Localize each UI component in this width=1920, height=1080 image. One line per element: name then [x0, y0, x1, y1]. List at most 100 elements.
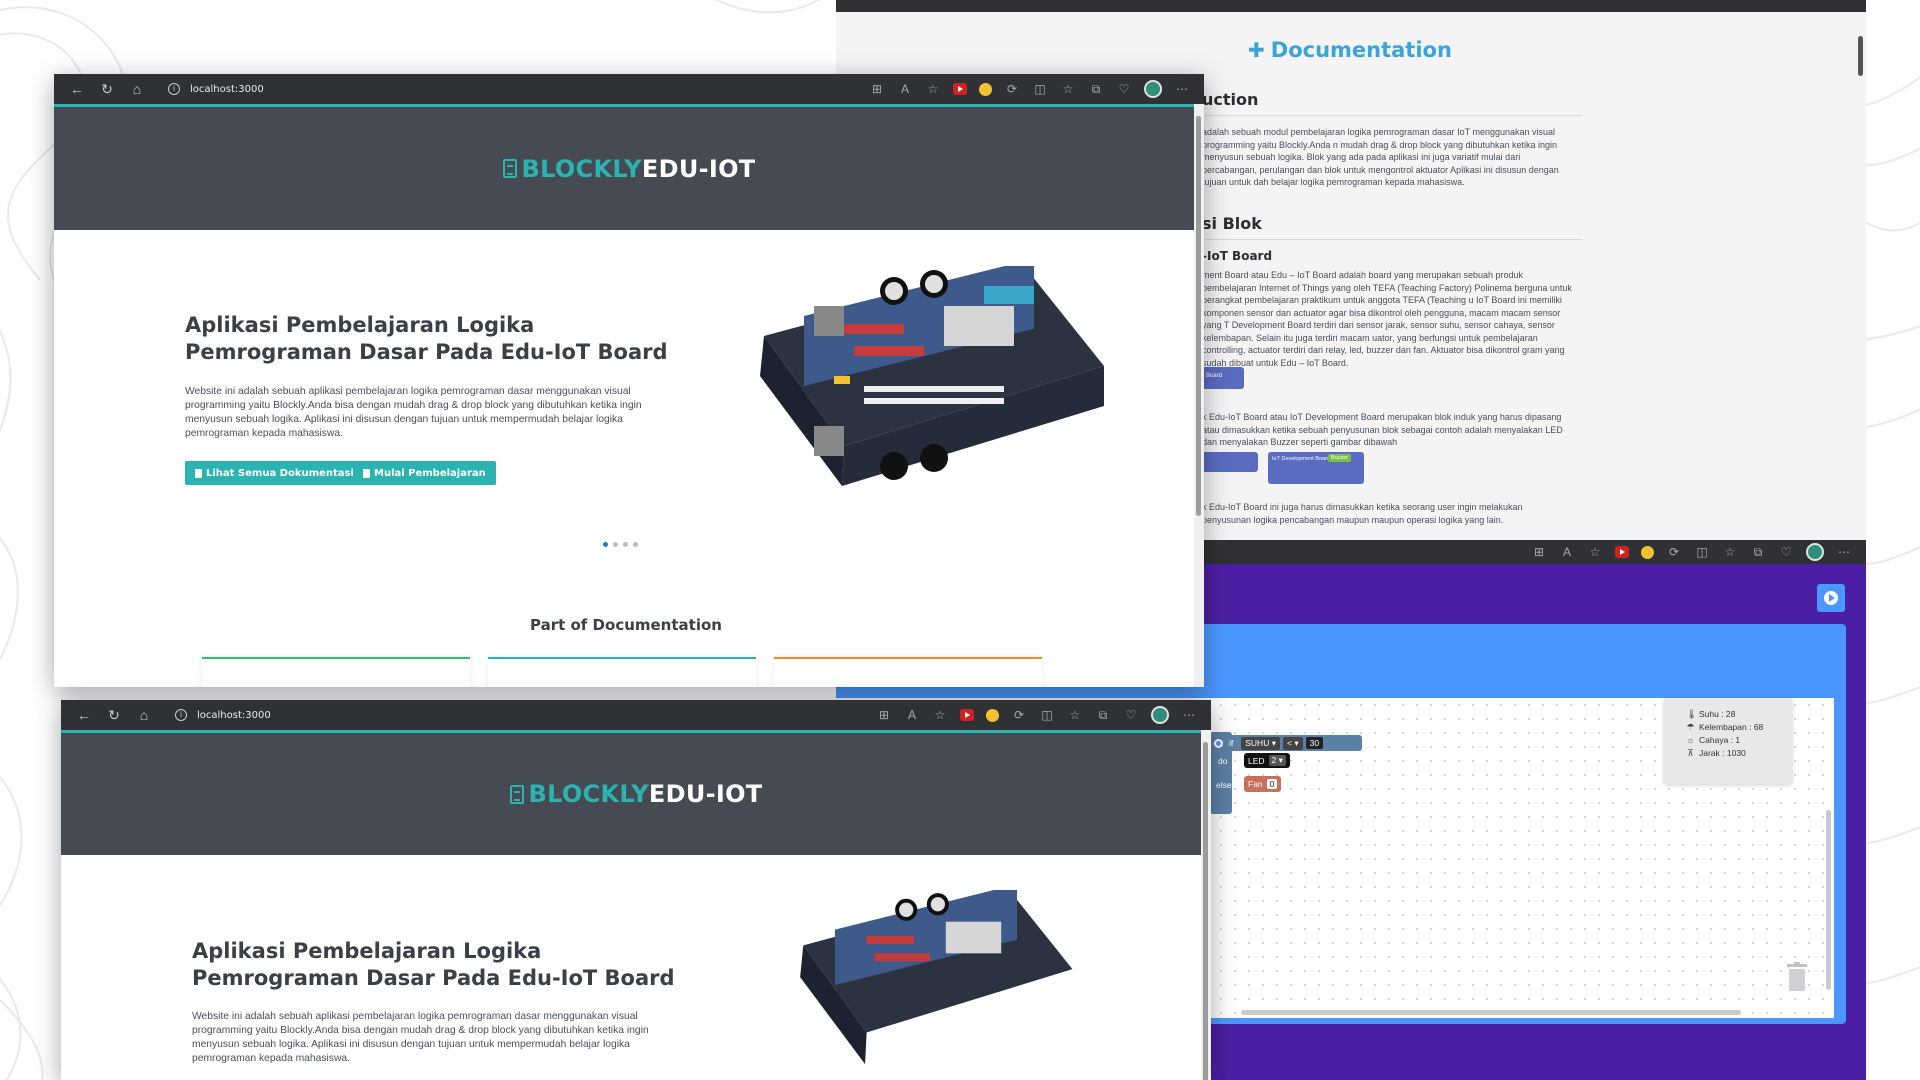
- brand-part1: BLOCKLY: [528, 780, 649, 808]
- collections-icon[interactable]: ⧉: [1088, 81, 1104, 97]
- second-browser-window: ← ↻ ⌂ i localhost:3000 ⊞ A ☆ ⟳ ◫ ☆ ⧉ ♡ ⋯…: [61, 700, 1211, 1080]
- hero-title: Aplikasi Pembelajaran Logika Pemrograman…: [192, 939, 675, 990]
- block-text: k Edu-IoT Board atau IoT Development Boa…: [1202, 412, 1563, 447]
- favorites-icon[interactable]: ☆: [1067, 707, 1083, 723]
- browser-toolbar: ← ↻ ⌂ i localhost:3000 ⊞ A ☆ ⟳ ◫ ☆ ⧉ ♡ ⋯: [61, 700, 1211, 730]
- carousel-dot[interactable]: [633, 542, 638, 547]
- emoji-icon[interactable]: [1641, 545, 1654, 559]
- grid-icon[interactable]: ⊞: [869, 81, 885, 97]
- collections-icon[interactable]: ⧉: [1095, 707, 1111, 723]
- intro-text: adalah sebuah modul pembelajaran logika …: [1202, 127, 1559, 187]
- star-icon[interactable]: ☆: [1587, 544, 1603, 560]
- fan-block[interactable]: Fan 0: [1244, 776, 1282, 792]
- refresh-icon[interactable]: ↻: [99, 700, 129, 730]
- read-aloud-icon[interactable]: A: [904, 707, 920, 723]
- docs-button[interactable]: Lihat Semua Dokumentasi: [185, 461, 364, 485]
- led-value: 2: [1271, 755, 1277, 765]
- avatar[interactable]: [1806, 543, 1824, 561]
- led-block[interactable]: LED 2 ▾: [1244, 753, 1290, 768]
- brand-logo[interactable]: BLOCKLY EDU-IOT: [509, 780, 763, 808]
- workspace-horizontal-scrollbar[interactable]: [1241, 1010, 1741, 1015]
- board-block-image-3: IoT Development Board Buzzer: [1268, 452, 1364, 484]
- run-button[interactable]: [1817, 584, 1845, 612]
- collections-icon[interactable]: ⧉: [1750, 544, 1766, 560]
- brand-logo[interactable]: BLOCKLY EDU-IOT: [502, 154, 756, 183]
- if-label: if: [1229, 738, 1234, 748]
- page-scrollbar[interactable]: [1194, 104, 1204, 687]
- back-icon[interactable]: ←: [69, 700, 99, 730]
- youtube-icon[interactable]: [953, 83, 967, 95]
- address-bar[interactable]: i localhost:3000: [165, 704, 281, 726]
- operator-dropdown[interactable]: < ▾: [1282, 736, 1303, 750]
- divider: [1202, 239, 1582, 240]
- scroll-thumb[interactable]: [1858, 36, 1863, 76]
- favorites-icon[interactable]: ☆: [1722, 544, 1738, 560]
- scroll-thumb[interactable]: [1196, 116, 1201, 516]
- favorites-icon[interactable]: ☆: [1060, 81, 1076, 97]
- avatar[interactable]: [1151, 706, 1169, 724]
- doc-card[interactable]: [774, 657, 1042, 687]
- extension-icon[interactable]: ⟳: [1011, 707, 1027, 723]
- toolbar-icons: ⊞ A ☆ ⟳ ◫ ☆ ⧉ ♡ ⋯: [1531, 543, 1858, 561]
- book-icon: [509, 784, 524, 804]
- youtube-icon[interactable]: [960, 709, 974, 721]
- grid-icon[interactable]: ⊞: [1531, 544, 1547, 560]
- doc-card[interactable]: [202, 657, 470, 687]
- sensor-dropdown[interactable]: SUHU ▾: [1241, 736, 1280, 750]
- fan-value: 0: [1269, 779, 1275, 789]
- emoji-icon[interactable]: [979, 82, 992, 96]
- sensor-row-kelembapan: ☂ Kelembapan : 68: [1686, 721, 1792, 734]
- read-aloud-icon[interactable]: A: [897, 81, 913, 97]
- led-dropdown[interactable]: 2 ▾: [1268, 755, 1286, 766]
- learn-button[interactable]: Mulai Pembelajaran: [353, 461, 496, 485]
- info-icon[interactable]: i: [175, 709, 187, 721]
- address-bar[interactable]: i localhost:3000: [158, 78, 274, 100]
- value-field[interactable]: 30: [1305, 737, 1324, 749]
- gear-icon[interactable]: [1214, 738, 1223, 748]
- heart-icon[interactable]: ♡: [1123, 707, 1139, 723]
- star-icon[interactable]: ☆: [925, 81, 941, 97]
- doc-title: ✚ Documentation: [1248, 38, 1452, 62]
- block-label: IoT Development Board: [1272, 456, 1330, 462]
- carousel-dot[interactable]: [623, 542, 628, 547]
- grid-icon[interactable]: ⊞: [876, 707, 892, 723]
- youtube-icon[interactable]: [1615, 546, 1629, 558]
- divider: [1202, 115, 1582, 116]
- doc-scrollbar[interactable]: [1856, 24, 1866, 545]
- extension-icon[interactable]: ⟳: [1666, 544, 1682, 560]
- do-label: do: [1218, 756, 1228, 766]
- split-icon[interactable]: ◫: [1694, 544, 1710, 560]
- buzzer-block: Buzzer: [1328, 454, 1352, 462]
- site-header: BLOCKLY EDU-IOT: [54, 107, 1204, 230]
- if-header[interactable]: if SUHU ▾ < ▾ 30: [1210, 735, 1362, 751]
- learn-button-label: Mulai Pembelajaran: [374, 467, 486, 479]
- scroll-thumb[interactable]: [1203, 742, 1208, 1080]
- back-icon[interactable]: ←: [62, 74, 92, 104]
- home-icon[interactable]: ⌂: [122, 74, 152, 104]
- doc-card[interactable]: [488, 657, 756, 687]
- carousel-dot[interactable]: [603, 542, 608, 547]
- brand-part1: BLOCKLY: [521, 154, 642, 183]
- trash-icon[interactable]: [1786, 962, 1808, 992]
- fan-value-field[interactable]: 0: [1266, 779, 1278, 789]
- page-scrollbar[interactable]: [1201, 730, 1211, 1080]
- home-icon[interactable]: ⌂: [129, 700, 159, 730]
- more-icon[interactable]: ⋯: [1181, 707, 1197, 723]
- refresh-icon[interactable]: ↻: [92, 74, 122, 104]
- site-header: BLOCKLY EDU-IOT: [61, 733, 1211, 855]
- split-icon[interactable]: ◫: [1032, 81, 1048, 97]
- more-icon[interactable]: ⋯: [1836, 544, 1852, 560]
- heart-icon[interactable]: ♡: [1778, 544, 1794, 560]
- toolbar-icons: ⊞ A ☆ ⟳ ◫ ☆ ⧉ ♡ ⋯: [869, 80, 1196, 98]
- read-aloud-icon[interactable]: A: [1559, 544, 1575, 560]
- star-icon[interactable]: ☆: [932, 707, 948, 723]
- workspace-vertical-scrollbar[interactable]: [1826, 810, 1831, 990]
- split-icon[interactable]: ◫: [1039, 707, 1055, 723]
- emoji-icon[interactable]: [986, 708, 999, 722]
- avatar[interactable]: [1144, 80, 1162, 98]
- extension-icon[interactable]: ⟳: [1004, 81, 1020, 97]
- more-icon[interactable]: ⋯: [1174, 81, 1190, 97]
- info-icon[interactable]: i: [168, 83, 180, 95]
- carousel-dot[interactable]: [613, 542, 618, 547]
- heart-icon[interactable]: ♡: [1116, 81, 1132, 97]
